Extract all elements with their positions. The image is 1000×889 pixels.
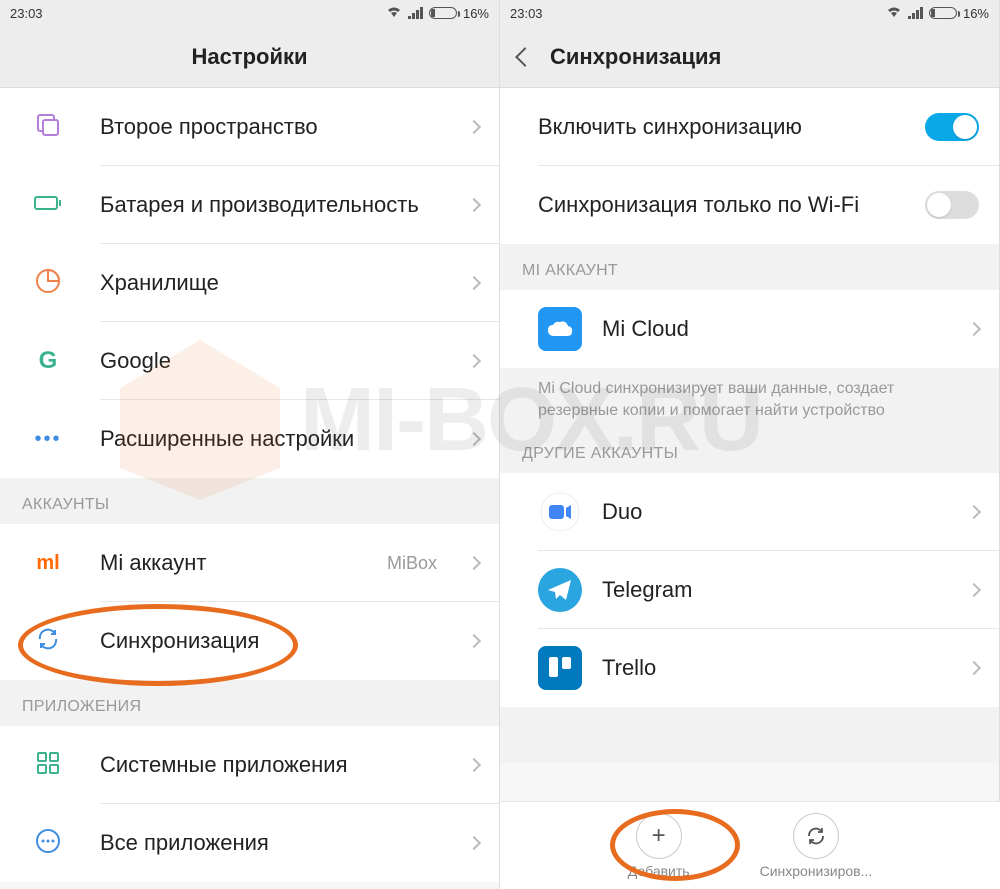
item-label: Duo xyxy=(602,498,949,526)
mi-cloud-hint: Mi Cloud синхронизирует ваши данные, соз… xyxy=(500,368,999,435)
item-label: Включить синхронизацию xyxy=(538,113,925,141)
chevron-right-icon xyxy=(467,634,481,648)
item-mi-cloud[interactable]: Mi Cloud xyxy=(500,290,999,368)
battery-pct: 16% xyxy=(463,6,489,21)
header: Синхронизация xyxy=(500,26,999,88)
status-time: 23:03 xyxy=(510,6,543,21)
storage-icon xyxy=(35,268,61,299)
status-bar: 23:03 16% xyxy=(500,0,999,26)
chevron-right-icon xyxy=(467,758,481,772)
signal-icon xyxy=(908,7,923,19)
sync-list[interactable]: Включить синхронизацию Синхронизация тол… xyxy=(500,88,999,889)
item-label: Расширенные настройки xyxy=(100,425,445,453)
chevron-right-icon xyxy=(467,198,481,212)
section-accounts: АККАУНТЫ xyxy=(0,478,499,524)
back-button[interactable] xyxy=(515,47,535,67)
sync-now-button[interactable]: Синхронизиров... xyxy=(760,813,873,879)
chevron-right-icon xyxy=(467,354,481,368)
chevron-right-icon xyxy=(467,836,481,850)
toggle-switch[interactable] xyxy=(925,191,979,219)
section-other-accounts: ДРУГИЕ АККАУНТЫ xyxy=(500,435,999,473)
item-google[interactable]: G Google xyxy=(0,322,499,400)
battery-pct: 16% xyxy=(963,6,989,21)
add-label: Добавить xyxy=(628,863,690,879)
item-trello[interactable]: Trello xyxy=(500,629,999,707)
item-advanced[interactable]: ••• Расширенные настройки xyxy=(0,400,499,478)
toggle-wifi-only[interactable]: Синхронизация только по Wi-Fi xyxy=(500,166,999,244)
google-icon: G xyxy=(39,347,58,375)
section-mi-account: MI АККАУНТ xyxy=(500,244,999,290)
chevron-right-icon xyxy=(467,120,481,134)
sync-icon xyxy=(35,626,61,657)
sync-label: Синхронизиров... xyxy=(760,863,873,879)
wifi-icon xyxy=(386,6,402,21)
battery-perf-icon xyxy=(34,194,62,217)
telegram-icon xyxy=(538,568,582,612)
chevron-right-icon xyxy=(467,556,481,570)
section-apps: ПРИЛОЖЕНИЯ xyxy=(0,680,499,726)
item-label: Второе пространство xyxy=(100,113,445,141)
dots-circle-icon xyxy=(35,828,61,859)
toggle-switch[interactable] xyxy=(925,113,979,141)
toggle-enable-sync[interactable]: Включить синхронизацию xyxy=(500,88,999,166)
item-label: Google xyxy=(100,347,445,375)
item-label: Telegram xyxy=(602,576,949,604)
chevron-right-icon xyxy=(467,276,481,290)
item-battery[interactable]: Батарея и производительность xyxy=(0,166,499,244)
settings-list[interactable]: Второе пространство Батарея и производит… xyxy=(0,88,499,889)
sync-screen: 23:03 16% Синхронизация Включить синхрон… xyxy=(500,0,1000,889)
wifi-icon xyxy=(886,6,902,21)
second-space-icon xyxy=(35,112,61,143)
trello-icon xyxy=(538,646,582,690)
page-title: Настройки xyxy=(191,44,307,70)
add-account-button[interactable]: + Добавить xyxy=(628,813,690,879)
status-time: 23:03 xyxy=(10,6,43,21)
item-label: Все приложения xyxy=(100,829,445,857)
item-label: Системные приложения xyxy=(100,751,445,779)
chevron-right-icon xyxy=(967,322,981,336)
more-icon: ••• xyxy=(34,428,61,451)
chevron-right-icon xyxy=(467,432,481,446)
item-telegram[interactable]: Telegram xyxy=(500,551,999,629)
battery-icon xyxy=(429,7,457,19)
signal-icon xyxy=(408,7,423,19)
chevron-right-icon xyxy=(967,505,981,519)
item-mi-account[interactable]: ml Mi аккаунт MiBox xyxy=(0,524,499,602)
chevron-right-icon xyxy=(967,661,981,675)
item-label: Mi Cloud xyxy=(602,315,949,343)
item-sync[interactable]: Синхронизация xyxy=(0,602,499,680)
mi-logo-icon: ml xyxy=(36,552,59,575)
item-duo[interactable]: Duo xyxy=(500,473,999,551)
status-bar: 23:03 16% xyxy=(0,0,499,26)
item-all-apps[interactable]: Все приложения xyxy=(0,804,499,882)
bottom-action-bar: + Добавить Синхронизиров... xyxy=(500,801,1000,889)
chevron-right-icon xyxy=(967,583,981,597)
item-second-space[interactable]: Второе пространство xyxy=(0,88,499,166)
battery-icon xyxy=(929,7,957,19)
grid-icon xyxy=(36,751,60,780)
mi-cloud-icon xyxy=(538,307,582,351)
settings-screen: 23:03 16% Настройки Второе пространство xyxy=(0,0,500,889)
item-system-apps[interactable]: Системные приложения xyxy=(0,726,499,804)
item-label: Хранилище xyxy=(100,269,445,297)
duo-icon xyxy=(538,490,582,534)
item-label: Синхронизация xyxy=(100,627,445,655)
item-label: Батарея и производительность xyxy=(100,191,445,219)
item-label: Trello xyxy=(602,654,949,682)
page-title: Синхронизация xyxy=(550,44,721,70)
item-label: Синхронизация только по Wi-Fi xyxy=(538,191,925,219)
plus-icon: + xyxy=(636,813,682,859)
item-storage[interactable]: Хранилище xyxy=(0,244,499,322)
item-label: Mi аккаунт xyxy=(100,549,363,577)
header: Настройки xyxy=(0,26,499,88)
sync-icon xyxy=(793,813,839,859)
item-value: MiBox xyxy=(387,553,437,574)
